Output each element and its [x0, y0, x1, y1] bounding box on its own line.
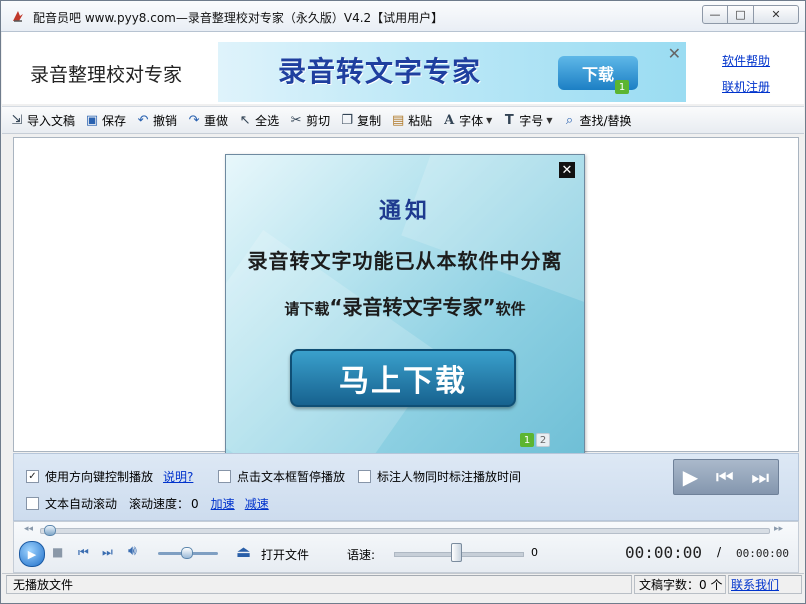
paste-button[interactable]: ▤ 粘贴 — [391, 112, 432, 129]
app-window: 配音员吧 www.pyy8.com—录音整理校对专家（永久版）V4.2【试用用户… — [0, 0, 806, 604]
banner-close-icon[interactable]: ✕ — [668, 44, 681, 63]
arrow-keys-option[interactable]: ✓ 使用方向键控制播放 说明? — [26, 468, 193, 485]
font-dropdown-icon[interactable]: ▼ — [486, 116, 492, 125]
forward-icon[interactable]: ▸▸ — [774, 524, 783, 534]
font-button[interactable]: A 字体 ▼ — [442, 112, 492, 129]
notice-pager: 1 2 — [518, 433, 550, 447]
mark-time-option[interactable]: 标注人物同时标注播放时间 — [358, 468, 521, 485]
close-button[interactable]: ✕ — [754, 5, 799, 24]
pad-next-icon[interactable]: ⏭ — [751, 465, 769, 489]
header: 录音整理校对专家 录音转文字专家 下载 1 ✕ 软件帮助 联机注册 — [2, 32, 804, 104]
speech-speed-knob[interactable] — [451, 543, 462, 562]
status-file: 无播放文件 — [6, 575, 632, 594]
notice-instruction: 请下载“录音转文字专家”软件 — [284, 295, 526, 319]
redo-button[interactable]: ↷ 重做 — [187, 112, 228, 129]
notice-message: 录音转文字功能已从本软件中分离 — [247, 249, 563, 273]
previous-icon[interactable]: ⏮ — [78, 545, 89, 560]
scroll-faster-link[interactable]: 加速 — [211, 495, 235, 512]
save-button[interactable]: ▣ 保存 — [85, 112, 126, 129]
auto-scroll-checkbox[interactable] — [26, 497, 39, 510]
mark-time-checkbox[interactable] — [358, 470, 371, 483]
next-icon[interactable]: ⏭ — [102, 545, 113, 560]
cut-button[interactable]: ✂ 剪切 — [289, 112, 330, 129]
scroll-speed-value: 0 — [191, 496, 199, 511]
copy-icon: ❐ — [341, 112, 353, 128]
pad-prev-icon[interactable]: ⏮ — [716, 465, 734, 489]
rewind-icon[interactable]: ◂◂ — [24, 524, 33, 534]
notice-title: 通知 — [378, 199, 431, 224]
font-size-icon: T — [504, 112, 514, 128]
pad-play-icon[interactable]: ▶ — [683, 465, 698, 489]
minimize-button[interactable]: — — [702, 5, 728, 24]
progress-knob[interactable] — [44, 525, 56, 536]
volume-icon[interactable]: 🔊︎ — [128, 543, 137, 559]
font-size-dropdown-icon[interactable]: ▼ — [546, 116, 552, 125]
click-pause-option[interactable]: 点击文本框暂停播放 — [218, 468, 345, 485]
transport-bar: ◂◂ ▸▸ ▶ ■ ⏮ ⏭ 🔊︎ ⏏ 打开文件 语速: 0 00:00:00 /… — [13, 521, 799, 573]
maximize-button[interactable]: □ — [728, 5, 754, 24]
current-time: 00:00:00 — [625, 543, 703, 562]
contact-link[interactable]: 联系我们 — [728, 575, 802, 594]
font-icon: A — [444, 112, 455, 128]
download-now-button[interactable]: 马上下载 — [290, 349, 516, 407]
undo-button[interactable]: ↶ 撤销 — [136, 112, 177, 129]
status-word-count: 文稿字数：0 个 — [634, 575, 726, 594]
open-file-button[interactable]: 打开文件 — [261, 546, 309, 563]
app-name: 录音整理校对专家 — [30, 64, 183, 86]
paste-icon: ▤ — [391, 112, 405, 128]
speech-speed-label: 语速: — [347, 548, 376, 562]
window-title: 配音员吧 www.pyy8.com—录音整理校对专家（永久版）V4.2【试用用户… — [33, 11, 444, 25]
select-all-button[interactable]: ↖ 全选 — [238, 112, 279, 129]
eject-icon[interactable]: ⏏ — [236, 542, 251, 561]
ad-banner[interactable]: 录音转文字专家 下载 1 ✕ — [218, 42, 686, 102]
copy-button[interactable]: ❐ 复制 — [340, 112, 381, 129]
cut-icon: ✂ — [290, 112, 302, 128]
title-bar[interactable]: 配音员吧 www.pyy8.com—录音整理校对专家（永久版）V4.2【试用用户… — [1, 1, 805, 32]
save-icon: ▣ — [85, 112, 99, 128]
app-icon — [13, 11, 23, 22]
search-icon: ⌕ — [565, 112, 574, 128]
notice-popup: ✕ 通知 录音转文字功能已从本软件中分离 请下载“录音转文字专家”软件 马上下载… — [225, 154, 585, 454]
volume-knob[interactable] — [181, 547, 194, 559]
total-time: 00:00:00 — [736, 547, 789, 560]
arrow-keys-checkbox[interactable]: ✓ — [26, 470, 39, 483]
click-pause-checkbox[interactable] — [218, 470, 231, 483]
status-bar: 无播放文件 文稿字数：0 个 联系我们 — [2, 573, 804, 596]
explain-link[interactable]: 说明? — [163, 468, 193, 485]
scroll-speed-label: 滚动速度： — [129, 497, 190, 511]
find-replace-button[interactable]: ⌕ 查找/替换 — [562, 112, 632, 129]
notice-page-1[interactable]: 1 — [520, 433, 534, 447]
select-all-icon: ↖ — [239, 112, 251, 128]
help-link[interactable]: 软件帮助 — [722, 52, 770, 69]
register-link[interactable]: 联机注册 — [722, 78, 770, 95]
transport-controls: ▶ ■ ⏮ ⏭ 🔊︎ ⏏ 打开文件 语速: 0 00:00:00 / 00:00… — [14, 539, 798, 569]
notice-decoration — [401, 155, 584, 304]
banner-title: 录音转文字专家 — [278, 55, 482, 88]
auto-scroll-option[interactable]: 文本自动滚动 滚动速度： 0 加速 减速 — [26, 495, 269, 512]
font-size-button[interactable]: T 字号 ▼ — [502, 112, 553, 129]
undo-icon: ↶ — [137, 112, 149, 128]
scroll-slower-link[interactable]: 减速 — [245, 495, 269, 512]
import-button[interactable]: ⇲ 导入文稿 — [10, 112, 75, 129]
notice-page-2[interactable]: 2 — [536, 433, 550, 447]
speech-speed-value: 0 — [531, 546, 538, 559]
stop-icon[interactable]: ■ — [52, 545, 63, 559]
progress-bar[interactable] — [40, 528, 770, 534]
redo-icon: ↷ — [188, 112, 200, 128]
import-icon: ⇲ — [11, 112, 23, 128]
toolbar: ⇲ 导入文稿 ▣ 保存 ↶ 撤销 ↷ 重做 ↖ 全选 ✂ 剪切 ❐ 复制 ▤ 粘贴 A 字体 ▼ T… — [2, 106, 804, 134]
notice-close-icon[interactable]: ✕ — [559, 162, 575, 178]
window-controls: — □ ✕ — [702, 5, 799, 24]
play-button[interactable]: ▶ — [19, 541, 45, 567]
banner-badge: 1 — [615, 80, 629, 94]
playback-pad: ▶ ⏮ ⏭ — [673, 459, 779, 495]
time-separator: / — [717, 545, 722, 559]
